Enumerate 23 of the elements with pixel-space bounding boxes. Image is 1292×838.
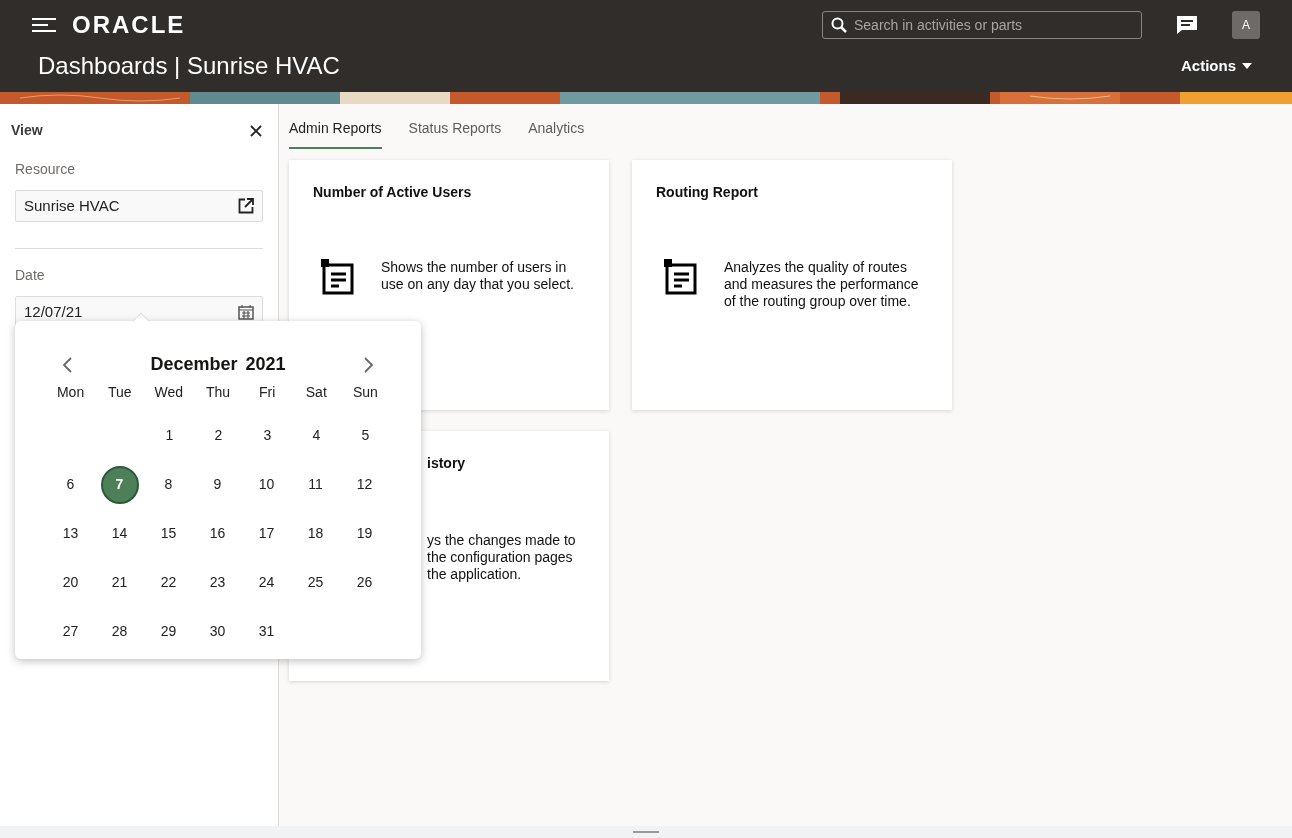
card-description: Shows the number of users in bbox=[381, 259, 568, 276]
field-label: Resource bbox=[15, 161, 75, 177]
weekday-label: Fri bbox=[258, 383, 276, 402]
weekday-label: Sat bbox=[305, 383, 327, 402]
card-title: Number of Active Users bbox=[313, 184, 472, 200]
card-description: Analyzes the quality of routes bbox=[724, 259, 908, 276]
card-description: of the routing group over time. bbox=[724, 293, 912, 310]
card-description: the configuration pages bbox=[427, 549, 574, 566]
card-description: ys the changes made to bbox=[427, 532, 576, 549]
weekday-label: Thu bbox=[205, 383, 231, 402]
logo: ORACLE bbox=[72, 10, 186, 40]
panel-title: View bbox=[11, 121, 43, 140]
card-title: istory bbox=[427, 455, 466, 471]
weekday-label: Mon bbox=[56, 383, 85, 402]
card-title: Routing Report bbox=[656, 184, 758, 200]
weekday-label: Sun bbox=[352, 383, 378, 402]
field-label: Date bbox=[15, 267, 45, 283]
weekday-label: Wed bbox=[154, 383, 184, 402]
card-description: use on any day that you select. bbox=[381, 276, 574, 293]
card-description: the application. bbox=[427, 566, 523, 583]
page-title: Dashboards | Sunrise HVAC bbox=[38, 51, 340, 81]
weekday-label: Tue bbox=[107, 383, 132, 402]
card-description: and measures the performance bbox=[724, 276, 919, 293]
